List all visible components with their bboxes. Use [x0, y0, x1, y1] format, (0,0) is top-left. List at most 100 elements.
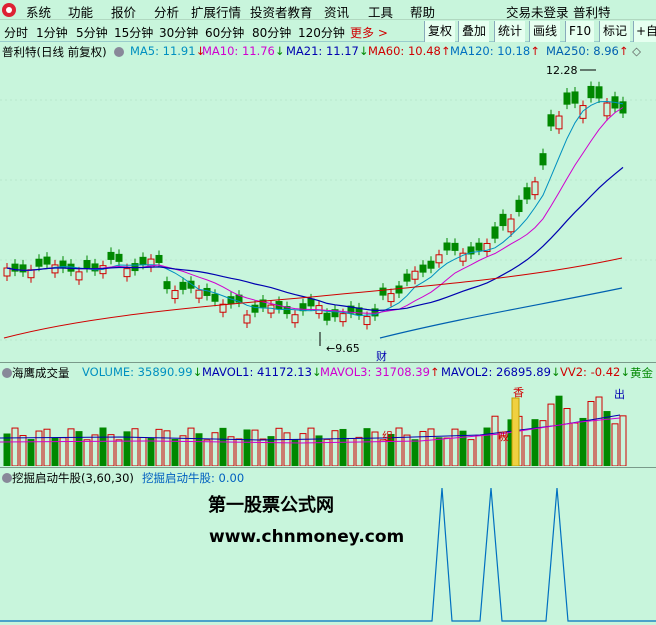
volume-bar [11, 427, 19, 466]
candle-body [387, 293, 395, 303]
draw-line-button[interactable]: 画线 [529, 21, 561, 42]
candle-body [515, 199, 523, 213]
candle-body [43, 256, 51, 265]
volume-bar [171, 438, 179, 466]
volume-bar [443, 437, 451, 466]
volume-bar [51, 437, 59, 466]
volume-bar [379, 439, 387, 466]
candle-body [163, 281, 171, 290]
volume-bar [595, 396, 603, 466]
volume-bar [235, 438, 243, 466]
xiang-marker: 香 [513, 386, 524, 399]
menu-quote[interactable]: 报价 [111, 2, 136, 21]
volume-bar [83, 439, 91, 466]
volume-bar [35, 430, 43, 466]
candle-body [507, 218, 515, 233]
ma5-label: MA5: 11.91↓ [130, 44, 206, 58]
period-1min[interactable]: 1分钟 [36, 24, 68, 41]
period-more[interactable]: 更多 > [350, 24, 388, 41]
period-5min[interactable]: 5分钟 [76, 24, 108, 41]
candle-body [75, 271, 83, 281]
candle-body [595, 86, 603, 99]
candle-body [339, 313, 347, 323]
high-price-label: 12.28 [546, 64, 578, 77]
chart-options-icon[interactable] [114, 45, 124, 61]
statistics-button[interactable]: 统计 [494, 21, 526, 42]
candle-body [419, 264, 427, 273]
menu-investor-education[interactable]: 投资者教育 [250, 2, 313, 21]
volume-bar [403, 434, 411, 466]
volume-bar [219, 427, 227, 466]
volume-bar [107, 434, 115, 466]
restore-rights-button[interactable]: 复权 [424, 21, 456, 42]
period-80min[interactable]: 80分钟 [252, 24, 291, 41]
menu-analysis[interactable]: 分析 [154, 2, 179, 21]
f10-button[interactable]: F10 [565, 21, 595, 42]
period-60min[interactable]: 60分钟 [205, 24, 244, 41]
volume-bar [91, 434, 99, 466]
mavol2-value: MAVOL2: 26895.89↓ [441, 365, 561, 379]
ma10-label: MA10: 11.76↓ [202, 44, 285, 58]
volume-chart[interactable]: 香 出吸 组 [0, 380, 656, 466]
period-bar: 分时 1分钟 5分钟 15分钟 30分钟 60分钟 80分钟 120分钟 更多 … [0, 21, 656, 42]
add-watchlist-button[interactable]: +自选 [633, 21, 656, 42]
candle-body [363, 316, 371, 326]
volume-bar [315, 435, 323, 466]
candle-body [179, 281, 187, 290]
menu-news[interactable]: 资讯 [324, 2, 349, 21]
ma21-line [6, 166, 624, 312]
ma10-line [6, 107, 624, 314]
panel-divider [0, 467, 656, 468]
candle-body [51, 264, 59, 274]
candle-body [291, 314, 299, 324]
candlestick-chart[interactable]: 12.28 ←9.65 财 [0, 60, 656, 362]
indicator-panel-title: 挖掘启动牛股(3,60,30) [12, 471, 134, 485]
menu-function[interactable]: 功能 [68, 2, 93, 21]
volume-bar [563, 408, 571, 466]
volume-bar [555, 395, 563, 466]
candle-body [539, 153, 547, 166]
candle-body [27, 269, 35, 279]
candle-body [403, 273, 411, 282]
volume-bar [99, 427, 107, 466]
candle-body [555, 115, 563, 130]
candle-body [155, 254, 163, 263]
period-15min[interactable]: 15分钟 [114, 24, 153, 41]
volume-bar [427, 428, 435, 466]
volume-bar [131, 428, 139, 466]
menu-system[interactable]: 系统 [26, 2, 51, 21]
candle-body [603, 102, 611, 117]
volume-options-icon[interactable] [2, 368, 12, 378]
ma120-line [379, 287, 623, 339]
volume-bar [227, 436, 235, 466]
volume-bar [27, 439, 35, 466]
candle-body [123, 268, 131, 278]
volume-bar [475, 434, 483, 466]
main-chart-legend: 普利特(日线 前复权) [2, 44, 107, 60]
volume-bar [275, 427, 283, 466]
indicator-options-icon[interactable] [2, 473, 12, 483]
volume-bar [19, 435, 27, 466]
volume-bar [179, 435, 187, 466]
menu-tools[interactable]: 工具 [368, 2, 393, 21]
period-intraday[interactable]: 分时 [4, 24, 28, 41]
candle-body [587, 85, 595, 99]
chu-marker: 出 [614, 387, 625, 401]
volume-bar [259, 438, 267, 466]
volume-bar [331, 430, 339, 466]
overlay-button[interactable]: 叠加 [458, 21, 490, 42]
app-logo-icon[interactable] [2, 3, 16, 17]
stock-name: 普利特 [573, 5, 611, 20]
volume-bar [547, 403, 555, 466]
volume-bar [467, 439, 475, 466]
login-status[interactable]: 交易未登录 [506, 2, 569, 21]
period-30min[interactable]: 30分钟 [159, 24, 198, 41]
menu-help[interactable]: 帮助 [410, 2, 435, 21]
menu-extended-quote[interactable]: 扩展行情 [191, 2, 241, 21]
volume-bar [139, 437, 147, 466]
volume-bar [187, 427, 195, 466]
volume-bar [67, 428, 75, 466]
mark-button[interactable]: 标记 [599, 21, 631, 42]
period-120min[interactable]: 120分钟 [298, 24, 345, 41]
volume-bar [395, 427, 403, 466]
